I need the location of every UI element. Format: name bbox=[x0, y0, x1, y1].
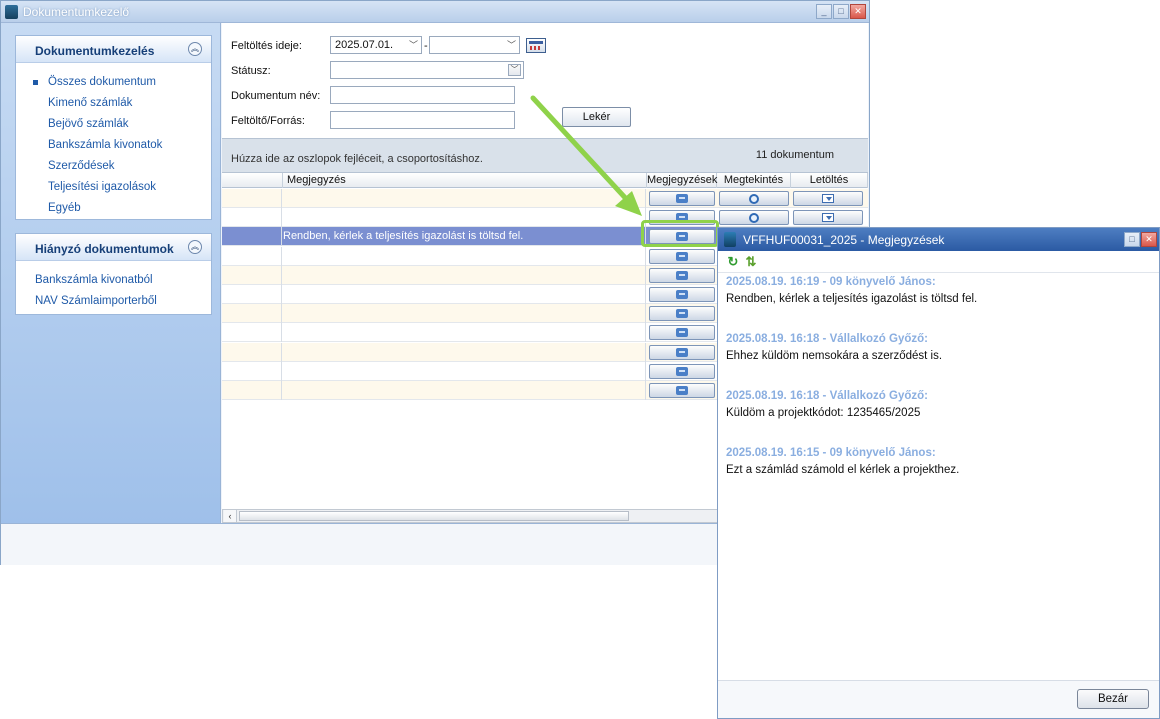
sort-icon[interactable]: ⇅ bbox=[744, 255, 758, 269]
notes-footer: Bezár bbox=[718, 680, 1159, 718]
note-header: 2025.08.19. 16:19 - 09 könyvelő János: bbox=[726, 276, 936, 288]
note-header: 2025.08.19. 16:18 - Vállalkozó Győző: bbox=[726, 390, 928, 402]
note-item: 2025.08.19. 16:19 - 09 könyvelő János: R… bbox=[726, 276, 1149, 311]
notes-titlebar[interactable]: VFFHUF00031_2025 - Megjegyzések □ ✕ bbox=[718, 228, 1159, 251]
note-item: 2025.08.19. 16:18 - Vállalkozó Győző: Eh… bbox=[726, 333, 1149, 368]
close-button[interactable]: Bezár bbox=[1077, 689, 1149, 709]
note-text: Ezt a számlád számold el kérlek a projek… bbox=[726, 464, 960, 476]
notes-window: VFFHUF00031_2025 - Megjegyzések □ ✕ ↻ ⇅ … bbox=[717, 227, 1160, 719]
note-text: Rendben, kérlek a teljesítés igazolást i… bbox=[726, 293, 978, 305]
notes-list: 2025.08.19. 16:19 - 09 könyvelő János: R… bbox=[726, 276, 1149, 504]
note-text: Ehhez küldöm nemsokára a szerződést is. bbox=[726, 350, 943, 362]
note-header: 2025.08.19. 16:18 - Vállalkozó Győző: bbox=[726, 333, 928, 345]
note-header: 2025.08.19. 16:15 - 09 könyvelő János: bbox=[726, 447, 936, 459]
note-item: 2025.08.19. 16:18 - Vállalkozó Győző: Kü… bbox=[726, 390, 1149, 425]
close-icon[interactable]: ✕ bbox=[1141, 232, 1157, 247]
app-icon bbox=[724, 232, 736, 247]
note-item: 2025.08.19. 16:15 - 09 könyvelő János: E… bbox=[726, 447, 1149, 482]
maximize-icon[interactable]: □ bbox=[1124, 232, 1140, 247]
notes-toolbar: ↻ ⇅ bbox=[718, 251, 1159, 273]
notes-window-title: VFFHUF00031_2025 - Megjegyzések bbox=[743, 233, 945, 247]
note-text: Küldöm a projektkódot: 1235465/2025 bbox=[726, 407, 921, 419]
refresh-icon[interactable]: ↻ bbox=[726, 255, 740, 269]
window-controls: □ ✕ bbox=[1124, 232, 1157, 247]
